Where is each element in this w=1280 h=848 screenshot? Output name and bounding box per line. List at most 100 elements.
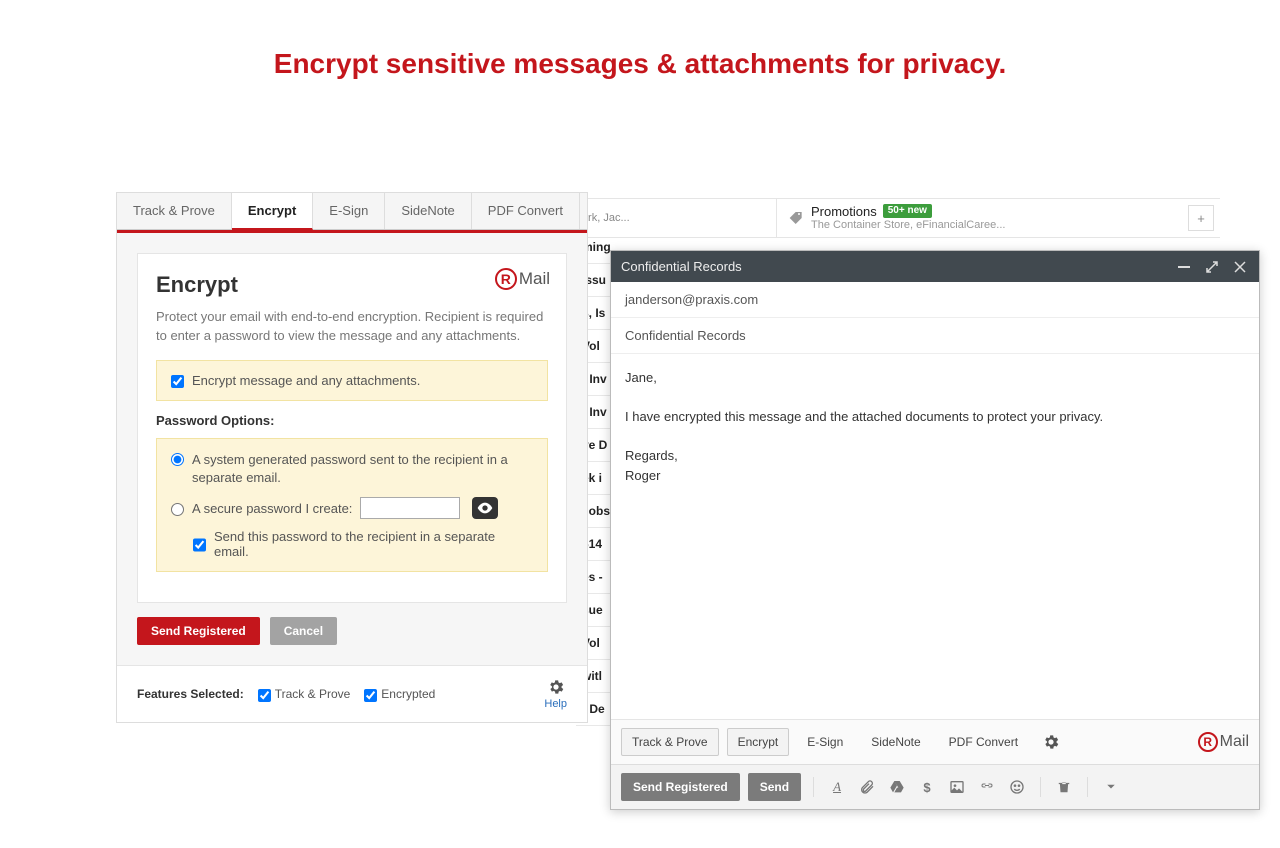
- feature-encrypted: Encrypted: [364, 687, 435, 702]
- cancel-button[interactable]: Cancel: [270, 617, 337, 645]
- maximize-button[interactable]: [1203, 260, 1221, 274]
- rmail-logo-small: R Mail: [1198, 732, 1249, 752]
- send-registered-button-compose[interactable]: Send Registered: [621, 773, 740, 801]
- promotions-subtitle: The Container Store, eFinancialCaree...: [811, 219, 1005, 232]
- tag-icon: [787, 210, 803, 226]
- toolbar-track-prove[interactable]: Track & Prove: [621, 728, 719, 756]
- to-field[interactable]: janderson@praxis.com: [611, 282, 1259, 318]
- help-button[interactable]: Help: [544, 678, 567, 710]
- tab-esign[interactable]: E-Sign: [313, 193, 385, 229]
- image-icon: [949, 779, 965, 795]
- dollar-icon: $: [923, 780, 930, 795]
- password-options-box: A system generated password sent to the …: [156, 438, 548, 572]
- send-password-label: Send this password to the recipient in a…: [214, 529, 533, 559]
- rmail-compose-toolbar: Track & Prove Encrypt E-Sign SideNote PD…: [611, 719, 1259, 764]
- features-label: Features Selected:: [137, 687, 244, 701]
- subject-field[interactable]: Confidential Records: [611, 318, 1259, 354]
- promotions-count-badge: 50+ new: [883, 204, 932, 218]
- send-password-separate-row[interactable]: Send this password to the recipient in a…: [193, 529, 533, 559]
- rmail-r-icon-small: R: [1198, 732, 1218, 752]
- minimize-button[interactable]: [1175, 260, 1193, 274]
- encrypt-checkbox-label: Encrypt message and any attachments.: [192, 373, 420, 388]
- features-selected-bar: Features Selected: Track & Prove Encrypt…: [117, 665, 587, 722]
- compose-window: Confidential Records janderson@praxis.co…: [610, 250, 1260, 810]
- tab-pdf-convert[interactable]: PDF Convert: [472, 193, 580, 229]
- divider: [1040, 777, 1041, 797]
- close-button[interactable]: [1231, 260, 1249, 274]
- encrypt-checkbox-row[interactable]: Encrypt message and any attachments.: [171, 373, 533, 388]
- minimize-icon: [1178, 266, 1190, 268]
- panel-tabs: Track & Prove Encrypt E-Sign SideNote PD…: [117, 193, 587, 230]
- message-body[interactable]: Jane, I have encrypted this message and …: [611, 354, 1259, 719]
- encrypt-checkbox[interactable]: [171, 375, 184, 388]
- more-options-button[interactable]: [1100, 777, 1122, 797]
- feature-track-prove: Track & Prove: [258, 687, 351, 702]
- send-registered-button[interactable]: Send Registered: [137, 617, 260, 645]
- feature-track-label: Track & Prove: [275, 687, 351, 701]
- toolbar-pdf-convert[interactable]: PDF Convert: [939, 729, 1028, 755]
- rmail-logo: R Mail: [495, 268, 550, 290]
- tab-sidenote[interactable]: SideNote: [385, 193, 471, 229]
- body-greeting: Jane,: [625, 368, 1245, 388]
- trash-icon: [1057, 779, 1071, 795]
- feature-encrypted-checkbox[interactable]: [364, 689, 377, 702]
- rmail-text-small: Mail: [1220, 733, 1249, 751]
- toolbar-encrypt[interactable]: Encrypt: [727, 728, 790, 756]
- attach-button[interactable]: [856, 777, 878, 797]
- send-button[interactable]: Send: [748, 773, 801, 801]
- compose-titlebar[interactable]: Confidential Records: [611, 251, 1259, 282]
- toolbar-gear-icon[interactable]: [1042, 733, 1060, 751]
- body-regards: Regards,: [625, 446, 1245, 466]
- emoji-icon: [1009, 779, 1025, 795]
- radio-system-label: A system generated password sent to the …: [192, 451, 533, 487]
- divider: [1087, 777, 1088, 797]
- tab-track-prove[interactable]: Track & Prove: [117, 193, 232, 229]
- send-password-checkbox[interactable]: [193, 531, 206, 559]
- chevron-down-icon: [1106, 784, 1116, 790]
- show-password-button[interactable]: [472, 497, 498, 519]
- divider: [813, 777, 814, 797]
- rmail-options-panel: Track & Prove Encrypt E-Sign SideNote PD…: [116, 192, 588, 723]
- close-icon: [1234, 261, 1246, 273]
- eye-icon: [477, 502, 493, 514]
- category-promotions[interactable]: Promotions 50+ new The Container Store, …: [776, 199, 1188, 237]
- help-label: Help: [544, 698, 567, 710]
- discard-button[interactable]: [1053, 777, 1075, 797]
- link-icon: [978, 781, 996, 793]
- custom-password-input[interactable]: [360, 497, 460, 519]
- tab-encrypt[interactable]: Encrypt: [232, 193, 313, 230]
- encrypt-card: R Mail Encrypt Protect your email with e…: [137, 253, 567, 603]
- link-button[interactable]: [976, 777, 998, 797]
- rmail-r-icon: R: [495, 268, 517, 290]
- add-category-button[interactable]: +: [1188, 205, 1214, 231]
- compose-window-title: Confidential Records: [621, 259, 1165, 274]
- feature-encrypted-label: Encrypted: [381, 687, 435, 701]
- category-social-partial: work, Jac...: [566, 212, 776, 224]
- formatting-button[interactable]: A: [826, 777, 848, 797]
- radio-custom-label: A secure password I create:: [192, 501, 352, 516]
- radio-system-password[interactable]: [171, 453, 184, 466]
- page-headline: Encrypt sensitive messages & attachments…: [0, 48, 1280, 80]
- panel-description: Protect your email with end-to-end encry…: [156, 308, 548, 346]
- panel-title: Encrypt: [156, 272, 548, 298]
- money-button[interactable]: $: [916, 777, 938, 797]
- drive-icon: [889, 779, 905, 795]
- encrypt-option-box: Encrypt message and any attachments.: [156, 360, 548, 401]
- toolbar-esign[interactable]: E-Sign: [797, 729, 853, 755]
- rmail-logo-text: Mail: [519, 269, 550, 289]
- toolbar-sidenote[interactable]: SideNote: [861, 729, 930, 755]
- gear-icon: [547, 678, 565, 696]
- emoji-button[interactable]: [1006, 777, 1028, 797]
- inbox-category-bar: work, Jac... Promotions 50+ new The Cont…: [566, 198, 1220, 238]
- promotions-label: Promotions: [811, 204, 877, 220]
- password-option-custom[interactable]: A secure password I create:: [171, 497, 533, 519]
- drive-button[interactable]: [886, 777, 908, 797]
- format-icon: A: [833, 779, 841, 795]
- feature-track-checkbox[interactable]: [258, 689, 271, 702]
- password-option-system[interactable]: A system generated password sent to the …: [171, 451, 533, 487]
- photo-button[interactable]: [946, 777, 968, 797]
- password-options-label: Password Options:: [156, 413, 548, 428]
- body-signature: Roger: [625, 466, 1245, 486]
- body-line: I have encrypted this message and the at…: [625, 407, 1245, 427]
- radio-custom-password[interactable]: [171, 503, 184, 516]
